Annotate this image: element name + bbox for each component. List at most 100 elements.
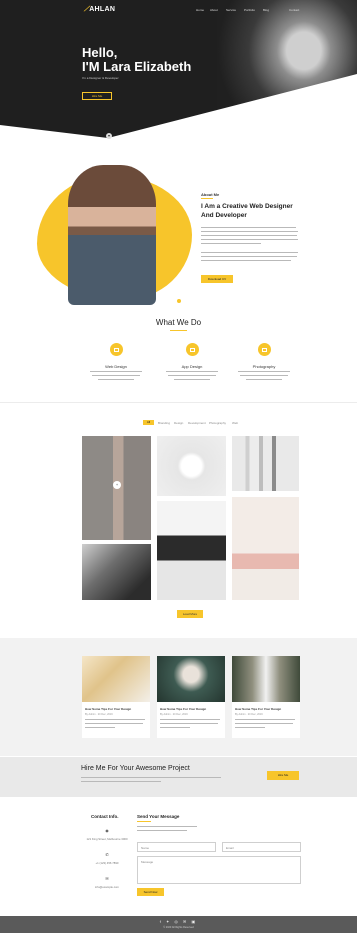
- hire-text-line: [81, 781, 161, 782]
- form-text-line: [137, 830, 187, 831]
- service-text-line: [238, 371, 290, 372]
- contact-address: 121 King Street, Melbourne 3000: [86, 837, 128, 841]
- about-text-line: [201, 252, 298, 253]
- services-underline: [170, 330, 187, 331]
- hero-greeting: Hello,: [82, 45, 118, 60]
- filter-development[interactable]: Development: [188, 421, 206, 425]
- hire-text-line: [81, 777, 221, 778]
- portfolio-item-6[interactable]: [82, 544, 151, 600]
- filter-all[interactable]: All: [143, 420, 154, 425]
- contact-email: info@example.com: [95, 885, 119, 889]
- site-logo[interactable]: ⟋AHLAN: [84, 6, 115, 14]
- download-cv-button[interactable]: Download CV: [201, 275, 233, 283]
- about-text-line: [201, 260, 291, 261]
- portfolio-item-2[interactable]: [157, 436, 226, 496]
- footer: f ✦ ◎ ✉ ▣ © 2020 All Rights Reserved: [0, 916, 357, 933]
- blog-meta: By Admin · 20 Dec, 2019: [235, 713, 263, 716]
- mail-icon: ✉: [105, 876, 109, 881]
- filter-branding[interactable]: Branding: [158, 421, 170, 425]
- blog-image[interactable]: [232, 656, 300, 702]
- about-underline: [201, 198, 213, 199]
- about-text-line: [201, 243, 261, 244]
- nav-contact[interactable]: Contact: [289, 8, 299, 12]
- blog-title[interactable]: How Some Tips For Your Design: [235, 707, 281, 711]
- message-field[interactable]: Message: [137, 856, 301, 884]
- blog-title[interactable]: How Some Tips For Your Design: [85, 707, 131, 711]
- email-field[interactable]: Email: [222, 842, 301, 852]
- blog-text-line: [160, 719, 220, 720]
- load-more-button[interactable]: Load More: [177, 610, 203, 618]
- about-label: About Me: [201, 192, 220, 197]
- blog-meta: By Admin · 20 Dec, 2019: [160, 713, 188, 716]
- service-text-line: [98, 379, 134, 380]
- service-label-app: App Design: [181, 364, 203, 369]
- about-text-line: [201, 235, 297, 236]
- blog-title[interactable]: How Some Tips For Your Design: [160, 707, 206, 711]
- blog-card[interactable]: How Some Tips For Your Design By Admin ·…: [232, 656, 300, 738]
- blog-text-line: [85, 727, 115, 728]
- send-message-title: Send Your Message: [137, 814, 180, 819]
- send-message-underline: [137, 821, 151, 822]
- nav-portfolio[interactable]: Portfolio: [244, 8, 255, 12]
- portfolio-item-4[interactable]: [232, 497, 299, 600]
- name-field[interactable]: Name: [137, 842, 216, 852]
- filter-photography[interactable]: Photography: [209, 421, 226, 425]
- section-divider: [0, 402, 357, 403]
- portfolio-item-5[interactable]: [157, 501, 226, 600]
- blog-text-line: [85, 723, 143, 724]
- about-dot: [177, 299, 181, 303]
- nav-home[interactable]: Home: [196, 8, 204, 12]
- zoom-icon[interactable]: +: [113, 481, 121, 489]
- filter-design[interactable]: Design: [174, 421, 183, 425]
- filter-web[interactable]: Web: [232, 421, 238, 425]
- blog-text-line: [235, 723, 293, 724]
- photography-icon: [258, 343, 271, 356]
- service-text-line: [92, 375, 140, 376]
- blog-text-line: [160, 723, 218, 724]
- scroll-down-icon[interactable]: ▾: [106, 133, 112, 139]
- hire-me-button[interactable]: Hire Me: [267, 771, 299, 780]
- send-now-button[interactable]: Send Now: [137, 888, 164, 896]
- hero-subtitle: I'm a Designer & Developer: [82, 76, 119, 80]
- service-text-line: [174, 379, 210, 380]
- hero-hire-button[interactable]: Hire Me: [82, 92, 112, 100]
- portfolio-item-1[interactable]: +: [82, 436, 151, 540]
- blog-image[interactable]: [157, 656, 225, 702]
- portfolio-item-3[interactable]: [232, 436, 299, 491]
- social-icons[interactable]: f ✦ ◎ ✉ ▣: [0, 919, 357, 924]
- service-text-line: [90, 371, 142, 372]
- blog-image[interactable]: [82, 656, 150, 702]
- about-photo: [68, 165, 156, 305]
- about-text-line: [201, 239, 298, 240]
- blog-text-line: [85, 719, 145, 720]
- service-text-line: [246, 379, 282, 380]
- hero-name: I'M Lara Elizabeth: [82, 59, 192, 74]
- services-title: What We Do: [155, 318, 202, 327]
- service-text-line: [240, 375, 288, 376]
- nav-service[interactable]: Service: [226, 8, 236, 12]
- blog-meta: By Admin · 20 Dec, 2019: [85, 713, 113, 716]
- about-text-line: [201, 227, 296, 228]
- logo-text: AHLAN: [89, 6, 116, 13]
- location-icon: ◉: [105, 828, 109, 833]
- service-label-web: Web Design: [105, 364, 127, 369]
- service-label-photo: Photography: [252, 364, 276, 369]
- blog-card[interactable]: How Some Tips For Your Design By Admin ·…: [157, 656, 225, 738]
- hero-section: ⟋AHLAN Home About Service Portfolio Blog…: [0, 0, 357, 145]
- app-design-icon: [186, 343, 199, 356]
- about-title-line2: And Developer: [201, 212, 247, 219]
- contact-phone: +1 (123) 456 7890: [95, 861, 119, 865]
- blog-text-line: [160, 727, 190, 728]
- nav-blog[interactable]: Blog: [263, 8, 269, 12]
- contact-info-title: Contact Info.: [91, 814, 119, 819]
- copyright: © 2020 All Rights Reserved: [163, 926, 194, 929]
- service-text-line: [166, 371, 218, 372]
- blog-card[interactable]: How Some Tips For Your Design By Admin ·…: [82, 656, 150, 738]
- hire-title: Hire Me For Your Awesome Project: [81, 765, 190, 772]
- blog-text-line: [235, 727, 265, 728]
- web-design-icon: [110, 343, 123, 356]
- service-text-line: [168, 375, 216, 376]
- nav-about[interactable]: About: [210, 8, 218, 12]
- about-text-line: [201, 256, 297, 257]
- blog-text-line: [235, 719, 295, 720]
